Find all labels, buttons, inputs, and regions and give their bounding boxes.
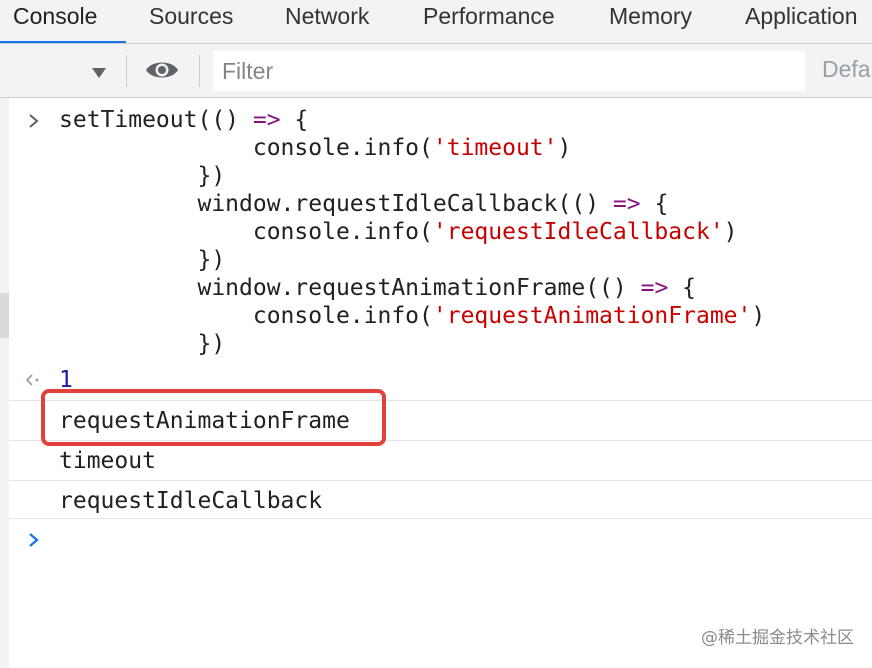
return-value-icon <box>25 374 39 386</box>
highlight-annotation <box>41 389 386 446</box>
filter-input[interactable] <box>213 51 805 91</box>
toolbar-divider <box>199 55 200 87</box>
log-message: requestIdleCallback <box>59 488 323 514</box>
row-divider <box>9 518 872 519</box>
console-toolbar: Defa <box>0 44 872 98</box>
watermark: @稀土掘金技术社区 <box>701 628 854 648</box>
code-line-5: console.info('requestIdleCallback') <box>59 219 738 245</box>
code-line-8: console.info('requestAnimationFrame') <box>59 303 766 329</box>
toolbar-divider <box>126 55 127 87</box>
prompt-chevron-icon[interactable] <box>27 532 41 548</box>
default-levels-dropdown[interactable]: Defa <box>822 56 871 83</box>
code-line-7: window.requestAnimationFrame(() => { <box>59 275 696 301</box>
code-line-3: }) <box>59 163 226 189</box>
tab-console[interactable]: Console <box>13 0 97 43</box>
code-line-9: }) <box>59 331 226 357</box>
scroll-marker <box>0 293 9 338</box>
left-gutter <box>0 98 9 668</box>
active-tab-indicator <box>0 41 126 43</box>
chevron-right-icon <box>29 114 39 128</box>
log-message: timeout <box>59 448 156 474</box>
row-divider <box>9 480 872 481</box>
triangle-down-icon[interactable] <box>88 62 110 84</box>
tab-network[interactable]: Network <box>285 0 369 43</box>
tab-memory[interactable]: Memory <box>609 0 692 43</box>
code-line-2: console.info('timeout') <box>59 135 572 161</box>
code-line-4: window.requestIdleCallback(() => { <box>59 191 669 217</box>
devtools-tab-bar: Console Sources Network Performance Memo… <box>0 0 872 44</box>
tab-application[interactable]: Application <box>745 0 858 43</box>
console-output[interactable]: setTimeout(() => { console.info('timeout… <box>0 98 872 668</box>
tab-performance[interactable]: Performance <box>423 0 555 43</box>
code-line-6: }) <box>59 247 226 273</box>
code-line-1: setTimeout(() => { <box>59 107 309 133</box>
tab-sources[interactable]: Sources <box>149 0 233 43</box>
eye-icon[interactable] <box>144 58 180 82</box>
